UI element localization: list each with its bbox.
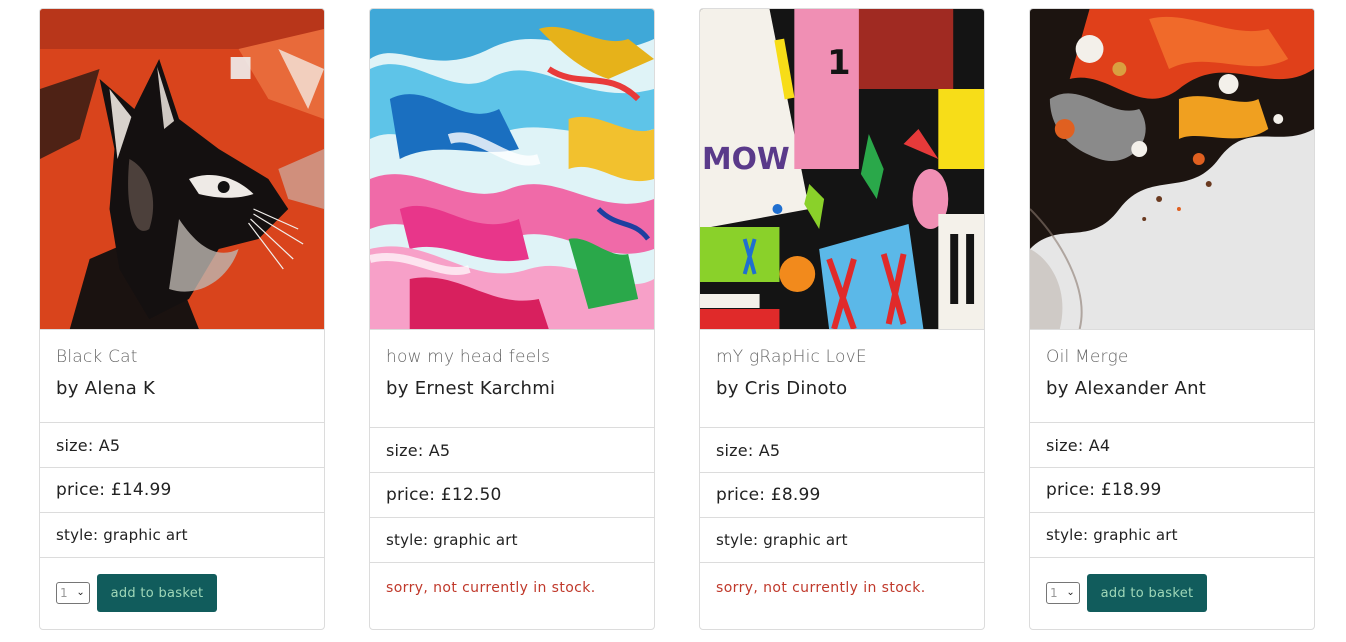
oil-merge-artwork	[1030, 9, 1314, 329]
product-price: price: £18.99	[1030, 467, 1314, 512]
product-price: price: £8.99	[700, 472, 984, 517]
product-style: style: graphic art	[1030, 512, 1314, 557]
product-price: price: £14.99	[40, 467, 324, 512]
product-image[interactable]: MOW 1	[700, 9, 984, 330]
product-grid: Black Cat by Alena K size: A5 price: £14…	[0, 0, 1346, 642]
product-title: Black Cat	[56, 347, 138, 367]
product-title: how my head feels	[386, 347, 551, 367]
product-artist: by Ernest Karchmi	[386, 378, 556, 399]
product-card: MOW 1 mY gRapHic LovE by Cris Dinoto siz…	[699, 8, 985, 630]
product-style: style: graphic art	[40, 512, 324, 557]
product-artist: by Alexander Ant	[1046, 378, 1207, 399]
chevron-down-icon: ⌄	[76, 587, 85, 598]
product-card: Black Cat by Alena K size: A5 price: £14…	[39, 8, 325, 630]
product-image[interactable]	[40, 9, 324, 330]
add-to-basket-button[interactable]: add to basket	[97, 574, 217, 612]
out-of-stock-message: sorry, not currently in stock.	[370, 562, 654, 612]
quantity-value: 1	[60, 586, 68, 600]
product-style: style: graphic art	[700, 517, 984, 562]
svg-text:1: 1	[827, 43, 850, 82]
out-of-stock-message: sorry, not currently in stock.	[700, 562, 984, 612]
add-to-basket-button[interactable]: add to basket	[1087, 574, 1207, 612]
svg-text:MOW: MOW	[702, 142, 790, 177]
product-card: Oil Merge by Alexander Ant size: A4 pric…	[1029, 8, 1315, 630]
purchase-controls: 1 ⌄ add to basket	[40, 557, 324, 627]
product-artist: by Cris Dinoto	[716, 378, 848, 399]
product-image[interactable]	[1030, 9, 1314, 330]
marble-swirl-artwork	[370, 9, 654, 329]
product-size: size: A5	[700, 427, 984, 472]
product-size: size: A4	[1030, 422, 1314, 467]
product-size: size: A5	[40, 422, 324, 467]
chevron-down-icon: ⌄	[1066, 587, 1075, 598]
product-artist: by Alena K	[56, 378, 156, 399]
product-image[interactable]	[370, 9, 654, 330]
product-style: style: graphic art	[370, 517, 654, 562]
quantity-value: 1	[1050, 586, 1058, 600]
product-card: how my head feels by Ernest Karchmi size…	[369, 8, 655, 630]
black-cat-artwork	[40, 9, 324, 329]
product-title: mY gRapHic LovE	[716, 347, 867, 367]
product-size: size: A5	[370, 427, 654, 472]
quantity-select[interactable]: 1 ⌄	[56, 582, 90, 604]
product-price: price: £12.50	[370, 472, 654, 517]
quantity-select[interactable]: 1 ⌄	[1046, 582, 1080, 604]
product-title: Oil Merge	[1046, 347, 1129, 367]
graphic-mural-artwork: MOW 1	[700, 9, 984, 329]
purchase-controls: 1 ⌄ add to basket	[1030, 557, 1314, 627]
